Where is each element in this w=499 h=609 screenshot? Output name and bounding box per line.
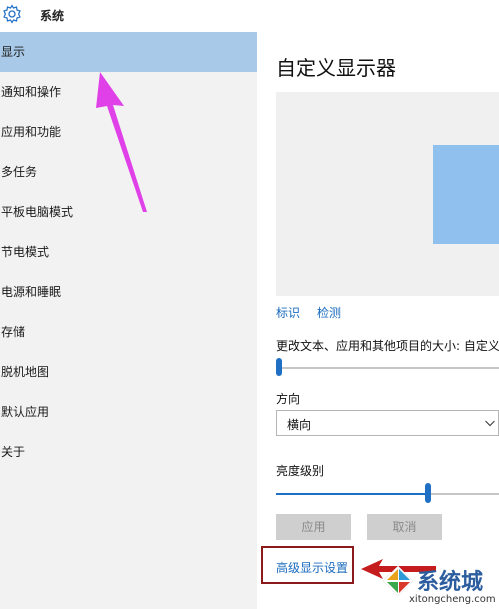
sidebar-item-apps-features[interactable]: 应用和功能: [0, 112, 257, 152]
advanced-display-settings-highlight: 高级显示设置: [261, 546, 354, 584]
display-preview: [276, 92, 499, 296]
watermark-url: xitongcheng.com: [409, 594, 496, 605]
gear-icon: [3, 4, 21, 24]
brightness-slider-fill[interactable]: [276, 493, 427, 495]
watermark-text: 系统城: [417, 570, 484, 595]
sidebar-item-offline-maps[interactable]: 脱机地图: [0, 352, 257, 392]
detect-link[interactable]: 检测: [317, 304, 341, 321]
orientation-label: 方向: [276, 392, 301, 406]
sidebar-item-multitasking[interactable]: 多任务: [0, 152, 257, 192]
page-title: 自定义显示器: [276, 56, 396, 80]
scale-label: 更改文本、应用和其他项目的大小: 自定义: [276, 339, 499, 353]
scale-slider-thumb[interactable]: [276, 358, 282, 376]
advanced-display-settings-link[interactable]: 高级显示设置: [276, 559, 348, 576]
sidebar-item-tablet-mode[interactable]: 平板电脑模式: [0, 192, 257, 232]
sidebar-item-power-sleep[interactable]: 电源和睡眠: [0, 272, 257, 312]
brightness-slider-thumb[interactable]: [425, 483, 431, 503]
sidebar-item-about[interactable]: 关于: [0, 432, 257, 472]
cancel-button[interactable]: 取消: [367, 514, 442, 540]
sidebar-item-battery-saver[interactable]: 节电模式: [0, 232, 257, 272]
watermark: 系统城 xitongcheng.com: [379, 562, 499, 609]
sidebar-item-notifications[interactable]: 通知和操作: [0, 72, 257, 112]
sidebar-item-storage[interactable]: 存储: [0, 312, 257, 352]
main-content: 自定义显示器 标识 检测 更改文本、应用和其他项目的大小: 自定义 方向 横向 …: [257, 32, 499, 609]
monitor-tile[interactable]: [433, 145, 499, 244]
orientation-value: 横向: [287, 418, 312, 432]
sidebar-item-default-apps[interactable]: 默认应用: [0, 392, 257, 432]
sidebar-item-display[interactable]: 显示: [0, 32, 257, 72]
scale-slider-track[interactable]: [276, 367, 499, 369]
brightness-label: 亮度级别: [276, 464, 325, 478]
windows-logo-icon: [382, 565, 414, 597]
identify-link[interactable]: 标识: [276, 304, 300, 321]
title-bar: 系统: [0, 0, 499, 32]
chevron-down-icon: [485, 420, 495, 427]
window-title: 系统: [40, 9, 65, 23]
sidebar: 显示 通知和操作 应用和功能 多任务 平板电脑模式 节电模式 电源和睡眠 存储 …: [0, 32, 257, 609]
apply-button[interactable]: 应用: [276, 514, 351, 540]
brightness-slider-track[interactable]: [427, 493, 499, 495]
orientation-select[interactable]: 横向: [276, 410, 499, 436]
